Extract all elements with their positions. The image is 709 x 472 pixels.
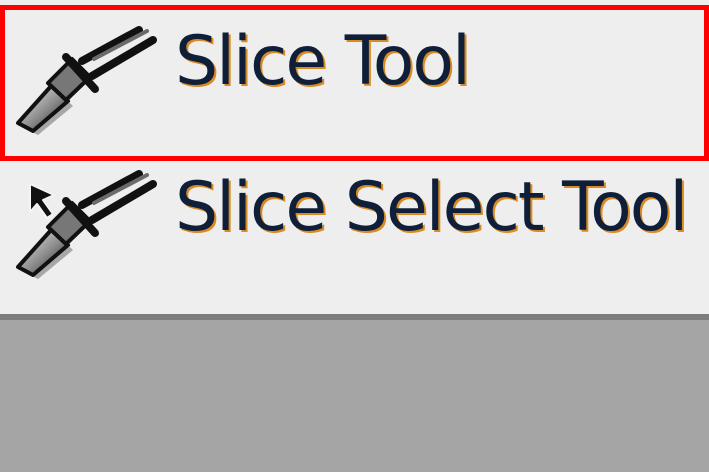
tool-flyout-menu: Slice Tool Slice Select Tool — [0, 0, 709, 320]
slice-select-icon — [14, 166, 164, 286]
slice-tool-menu-item[interactable]: Slice Tool — [0, 0, 709, 150]
slice-tool-label: Slice Tool — [175, 22, 471, 101]
slice-icon — [14, 22, 164, 142]
slice-select-tool-label: Slice Select Tool — [175, 168, 688, 247]
slice-select-tool-menu-item[interactable]: Slice Select Tool — [0, 156, 709, 306]
